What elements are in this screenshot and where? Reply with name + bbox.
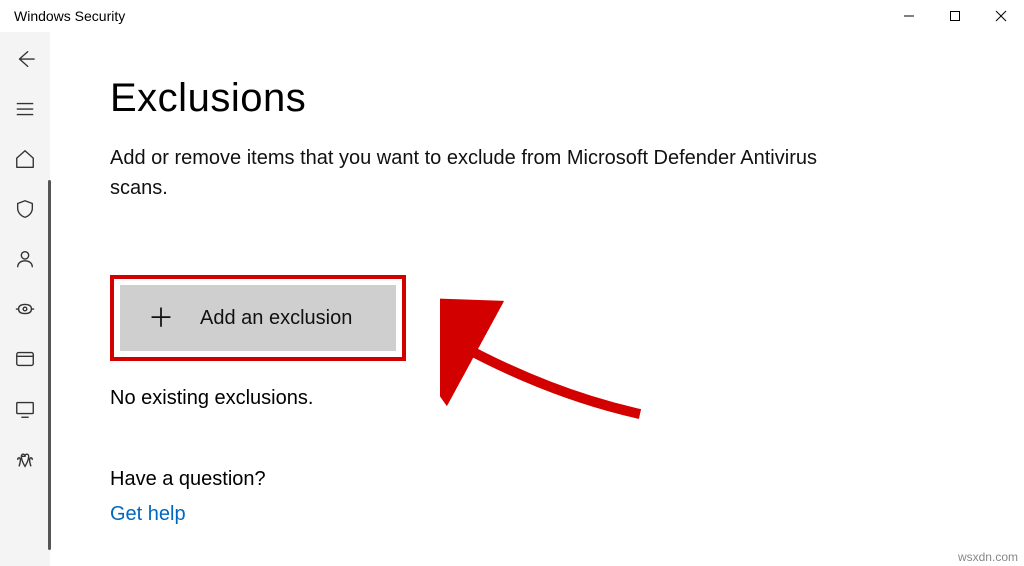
add-exclusion-label: Add an exclusion [200,307,352,330]
get-help-link[interactable]: Get help [110,503,186,525]
minimize-button[interactable] [886,0,932,32]
back-icon[interactable] [14,48,36,70]
home-icon[interactable] [14,148,36,170]
menu-icon[interactable] [14,98,36,120]
sidebar [0,32,50,566]
family-icon[interactable] [14,448,36,470]
app-browser-icon[interactable] [14,348,36,370]
add-exclusion-button[interactable]: ＋ Add an exclusion [120,285,396,351]
watermark: wsxdn.com [958,550,1018,564]
page-description: Add or remove items that you want to exc… [110,143,830,203]
help-heading: Have a question? [110,468,964,491]
window-controls [886,0,1024,32]
maximize-button[interactable] [932,0,978,32]
titlebar: Windows Security [0,0,1024,32]
annotation-arrow-icon [440,284,660,434]
page-title: Exclusions [110,76,964,121]
account-icon[interactable] [14,248,36,270]
main-content: Exclusions Add or remove items that you … [50,32,1024,566]
device-icon[interactable] [14,398,36,420]
firewall-icon[interactable] [14,298,36,320]
plus-icon: ＋ [148,305,174,331]
shield-icon[interactable] [14,198,36,220]
exclusions-status: No existing exclusions. [110,387,964,410]
close-button[interactable] [978,0,1024,32]
annotation-highlight: ＋ Add an exclusion [110,275,406,361]
window-title: Windows Security [14,8,125,24]
